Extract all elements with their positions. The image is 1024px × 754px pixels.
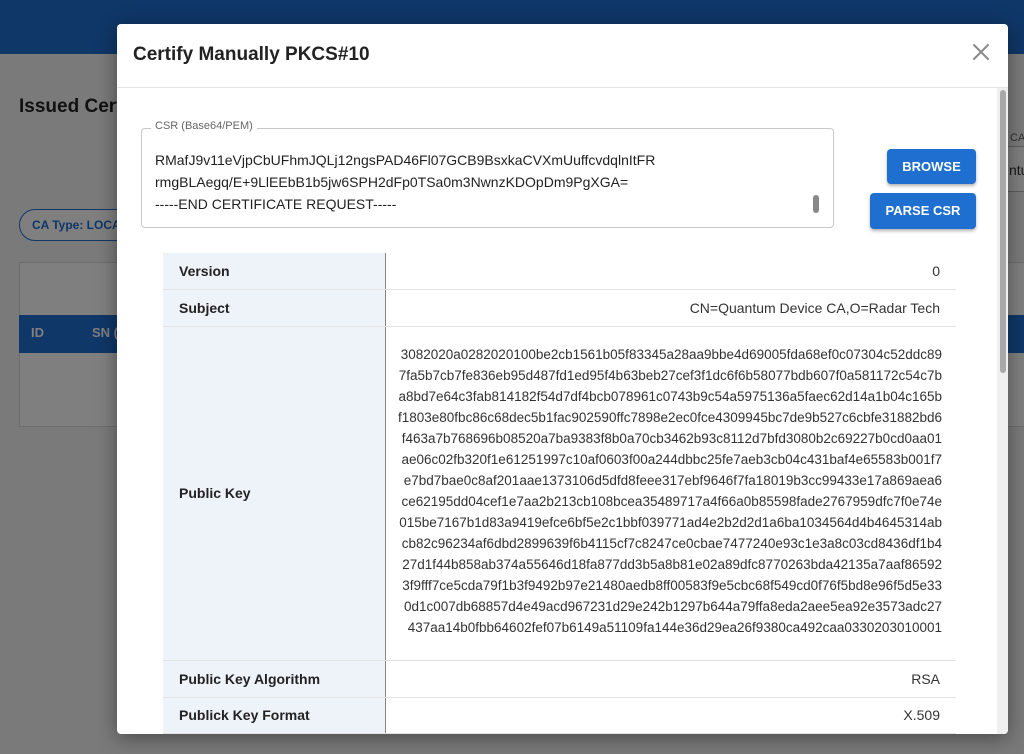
certify-manually-dialog: Certify Manually PKCS#10 RMafJ9v11eVjpCb… <box>117 24 1008 734</box>
csr-field-label: CSR (Base64/PEM) <box>151 120 257 132</box>
csr-details-table: Version 0 Subject CN=Quantum Device CA,O… <box>163 253 956 734</box>
table-row: Subject CN=Quantum Device CA,O=Radar Tec… <box>163 289 956 327</box>
csr-line: rmgBLAegq/E+9LlEEbB1b5jw6SPH2dFp0TSa0m3N… <box>155 174 629 190</box>
row-key: Subject <box>163 289 386 327</box>
close-icon[interactable] <box>969 40 993 64</box>
dialog-body: RMafJ9v11eVjpCbUFhmJQLj12ngsPAD46Fl07GCB… <box>117 88 1008 734</box>
csr-text: RMafJ9v11eVjpCbUFhmJQLj12ngsPAD46Fl07GCB… <box>155 149 810 215</box>
dialog-title: Certify Manually PKCS#10 <box>133 44 370 65</box>
table-row: Public Key 3082020a0282020100be2cb1561b0… <box>163 326 956 661</box>
csr-scrollbar[interactable] <box>813 195 819 213</box>
row-value: CN=Quantum Device CA,O=Radar Tech <box>385 289 956 327</box>
dialog-header: Certify Manually PKCS#10 <box>117 24 1008 88</box>
row-key: Version <box>163 253 386 290</box>
row-key: Public Key <box>163 326 386 661</box>
row-key: Publick Key Format <box>163 697 386 734</box>
row-value: 0 <box>385 253 956 290</box>
table-row: Publick Key Format X.509 <box>163 697 956 734</box>
table-row: Version 0 <box>163 253 956 290</box>
public-key-value: 3082020a0282020100be2cb1561b05f83345a28a… <box>385 326 956 661</box>
csr-textarea[interactable]: RMafJ9v11eVjpCbUFhmJQLj12ngsPAD46Fl07GCB… <box>141 128 834 228</box>
dialog-scrollbar-thumb[interactable] <box>1000 90 1006 373</box>
row-key: Public Key Algorithm <box>163 660 386 698</box>
parse-csr-button[interactable]: PARSE CSR <box>870 193 976 229</box>
csr-line: -----END CERTIFICATE REQUEST----- <box>155 196 397 212</box>
csr-line: RMafJ9v11eVjpCbUFhmJQLj12ngsPAD46Fl07GCB… <box>155 152 656 168</box>
browse-button[interactable]: BROWSE <box>887 149 976 184</box>
row-value: RSA <box>385 660 956 698</box>
row-value: X.509 <box>385 697 956 734</box>
table-row: Public Key Algorithm RSA <box>163 660 956 698</box>
